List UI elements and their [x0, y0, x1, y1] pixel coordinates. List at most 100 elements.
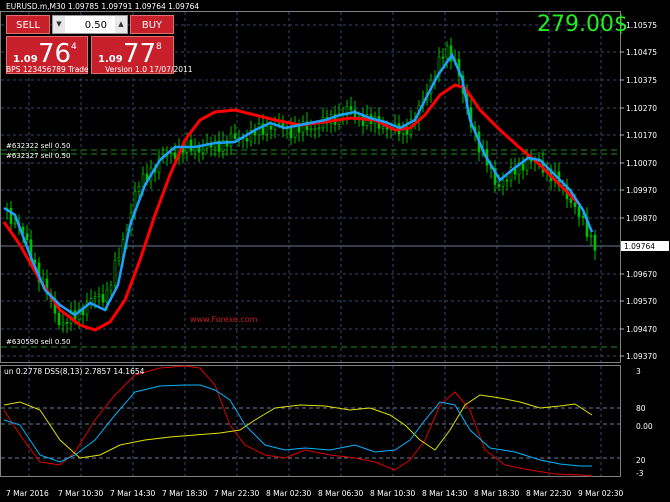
candle-body — [229, 133, 233, 147]
candle-body — [233, 133, 237, 139]
time-axis: 7 Mar 2016 7 Mar 10:30 7 Mar 14:30 7 Mar 18… — [6, 489, 624, 498]
account-info-version: Version 1.0 17/07/2011 — [105, 65, 193, 74]
indicator-title: un 0.2778 DSS(8,13) 2.7857 14.1654 — [4, 367, 145, 376]
price-axis-label: 1.09470 — [626, 325, 657, 334]
candle-body — [137, 186, 141, 192]
indicator-axis-label: 0.00 — [636, 422, 653, 431]
time-axis-label: 7 Mar 22:30 — [214, 489, 260, 498]
buy-button[interactable]: BUY — [130, 15, 174, 34]
price-axis-label: 1.09870 — [626, 214, 657, 223]
time-axis-label: 7 Mar 10:30 — [58, 489, 104, 498]
order-line-label: #632327 sell 0.50 — [6, 152, 70, 160]
candle-body — [269, 125, 273, 130]
candle-body — [97, 294, 101, 297]
price-axis-label: 1.10070 — [626, 159, 657, 168]
indicator-axis-label: 20 — [636, 456, 646, 465]
profit-display: 279.00$ — [537, 12, 628, 37]
lot-decrease-icon[interactable]: ▼ — [53, 16, 65, 33]
price-axis-label: 1.09370 — [626, 352, 657, 361]
current-price-label: 1.09764 — [624, 242, 655, 251]
candle-body — [293, 125, 297, 138]
account-info-trade: BPS 123456789 Trade — [6, 65, 89, 74]
candle-body — [349, 106, 353, 111]
time-axis-label: 8 Mar 10:30 — [370, 489, 416, 498]
candle-body — [65, 322, 69, 324]
candle-body — [105, 289, 109, 303]
account-info: BPS 123456789 Trade Version 1.0 17/07/20… — [6, 65, 207, 74]
time-axis-label: 8 Mar 22:30 — [526, 489, 572, 498]
price-axis: 1.10575 1.10475 1.10375 1.10270 1.10170 1.100… — [620, 21, 657, 361]
time-axis-label: 7 Mar 14:30 — [110, 489, 156, 498]
symbol-info: EURUSD.m,M30 1.09785 1.09791 1.09764 1.0… — [6, 2, 199, 11]
sell-button[interactable]: SELL — [6, 15, 50, 34]
candle-body — [57, 313, 61, 325]
order-line-label: #630590 sell 0.50 — [6, 338, 70, 346]
candle-body — [501, 179, 505, 187]
candle-body — [201, 147, 205, 153]
candle-body — [317, 127, 321, 130]
order-line-label: #632322 sell 0.50 — [6, 142, 70, 150]
buy-price-big: 77 — [123, 39, 157, 69]
lot-increase-icon[interactable]: ▲ — [115, 16, 127, 33]
candle-body — [25, 233, 29, 241]
candle-body — [309, 128, 313, 131]
price-axis-label: 1.10575 — [626, 21, 657, 30]
indicator-axis-label: 80 — [636, 404, 646, 413]
candle-body — [581, 216, 585, 218]
indicator-red-line — [3, 365, 593, 477]
sell-price-small: 1.09 — [13, 54, 38, 65]
indicator-grid — [28, 366, 602, 476]
buy-price-pip: 8 — [156, 42, 162, 52]
candles — [5, 37, 597, 334]
candle-body — [445, 45, 449, 59]
sell-price-pip: 4 — [71, 42, 77, 52]
candle-body — [61, 322, 65, 325]
candle-body — [521, 163, 525, 171]
candle-body — [113, 260, 117, 286]
candle-body — [577, 206, 581, 217]
candle-body — [289, 126, 293, 138]
candle-body — [505, 179, 509, 182]
candle-body — [93, 296, 97, 299]
candle-body — [593, 234, 597, 251]
lot-size-value: 0.50 — [84, 20, 107, 31]
candle-body — [109, 284, 113, 291]
buy-price-small: 1.09 — [98, 54, 123, 65]
candle-body — [441, 56, 445, 59]
candle-body — [573, 202, 577, 207]
candle-body — [589, 234, 593, 237]
candle-body — [569, 198, 573, 203]
lot-size-input[interactable]: ▼ 0.50 ▲ — [52, 15, 128, 34]
time-axis-label: 7 Mar 2016 — [6, 489, 49, 498]
indicator-axis: 3 80 0.00 20 -3 — [636, 367, 653, 478]
price-axis-label: 1.09670 — [626, 270, 657, 279]
candle-body — [169, 152, 173, 155]
sell-price-big: 76 — [38, 39, 72, 69]
price-chart[interactable]: #632322 sell 0.50 #632327 sell 0.50 #630… — [0, 0, 670, 502]
time-axis-label: 8 Mar 06:30 — [318, 489, 364, 498]
indicator-panel-frame — [0, 365, 621, 477]
candle-body — [297, 125, 301, 133]
price-axis-label: 1.10170 — [626, 131, 657, 140]
candle-body — [189, 139, 193, 152]
price-axis-label: 1.09970 — [626, 186, 657, 195]
moving-average-red-line — [2, 83, 582, 332]
price-axis-label: 1.10270 — [626, 104, 657, 113]
candle-body — [117, 257, 121, 261]
candle-body — [277, 122, 281, 125]
time-axis-label: 8 Mar 02:30 — [266, 489, 312, 498]
candle-body — [245, 138, 249, 142]
time-axis-label: 7 Mar 18:30 — [162, 489, 208, 498]
candle-body — [101, 294, 105, 303]
candle-body — [141, 173, 145, 188]
candle-body — [381, 126, 385, 129]
price-axis-label: 1.10375 — [626, 76, 657, 85]
candle-body — [313, 128, 317, 131]
watermark: www.Forexe.com — [190, 315, 258, 324]
time-axis-label: 9 Mar 02:30 — [578, 489, 624, 498]
indicator-blue-line — [3, 384, 592, 467]
price-axis-label: 1.09570 — [626, 297, 657, 306]
candle-body — [265, 125, 269, 135]
candle-body — [13, 222, 17, 225]
candle-body — [173, 152, 177, 159]
